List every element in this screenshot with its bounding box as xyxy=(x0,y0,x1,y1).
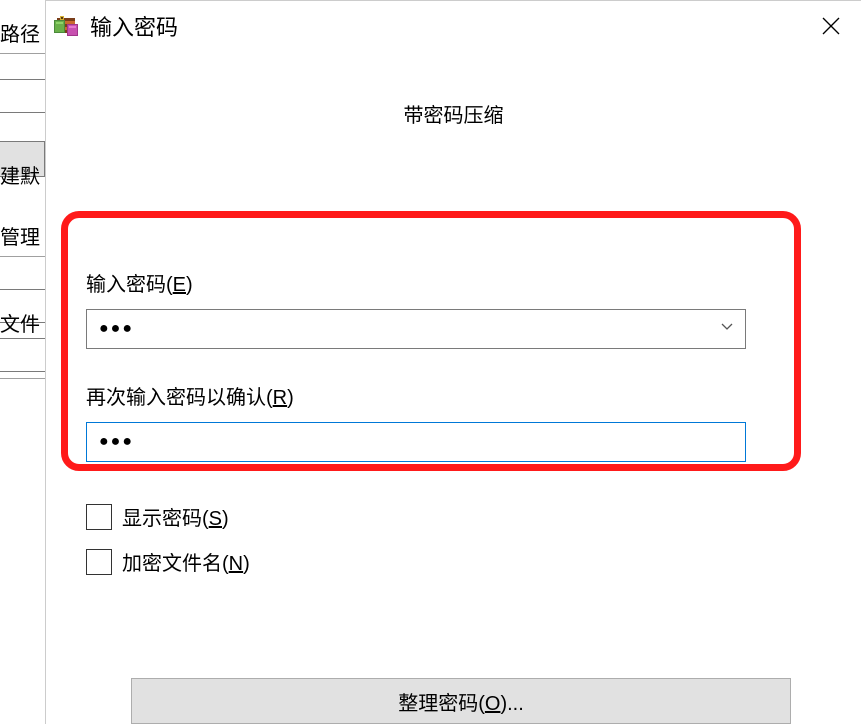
encrypt-filenames-row: 加密文件名(N) xyxy=(86,547,821,576)
password-form: 输入密码(E) ●●● 再次输入密码以确认(R) ●●● 显示密码(S) xyxy=(70,268,837,576)
encrypt-filenames-label: 加密文件名(N) xyxy=(122,547,250,576)
background-input-fragment xyxy=(0,79,45,113)
confirm-password-input[interactable]: ●●● xyxy=(86,422,746,462)
show-password-row: 显示密码(S) xyxy=(86,502,821,531)
background-input-fragment xyxy=(0,338,45,372)
background-label: 管理 xyxy=(0,221,40,250)
background-label: 文件 xyxy=(0,308,40,337)
dialog-body: 带密码压缩 输入密码(E) ●●● 再次输入密码以确认(R) ●●● xyxy=(46,99,861,576)
close-button[interactable] xyxy=(801,1,861,51)
chevron-down-icon[interactable] xyxy=(719,318,735,340)
password-label: 输入密码(E) xyxy=(86,268,821,297)
show-password-checkbox[interactable] xyxy=(86,504,112,530)
password-dialog: 输入密码 带密码压缩 输入密码(E) ●●● xyxy=(45,0,861,724)
manage-passwords-label: 整理密码(O)... xyxy=(398,687,524,716)
background-divider xyxy=(0,256,45,257)
show-password-label: 显示密码(S) xyxy=(122,502,229,531)
encrypt-filenames-checkbox[interactable] xyxy=(86,549,112,575)
background-divider xyxy=(0,53,45,54)
password-input[interactable]: ●●● xyxy=(86,309,746,349)
dialog-title: 输入密码 xyxy=(90,10,801,42)
background-divider xyxy=(0,378,45,379)
dialog-header: 带密码压缩 xyxy=(70,99,837,128)
titlebar: 输入密码 xyxy=(46,1,861,51)
confirm-password-value: ●●● xyxy=(99,433,134,451)
winrar-icon xyxy=(54,14,78,38)
password-value: ●●● xyxy=(99,320,134,338)
confirm-password-label: 再次输入密码以确认(R) xyxy=(86,381,821,410)
manage-passwords-button[interactable]: 整理密码(O)... xyxy=(131,678,791,724)
background-label: 路径 xyxy=(0,18,40,47)
close-icon xyxy=(821,16,841,36)
background-label: 建默 xyxy=(0,160,40,189)
